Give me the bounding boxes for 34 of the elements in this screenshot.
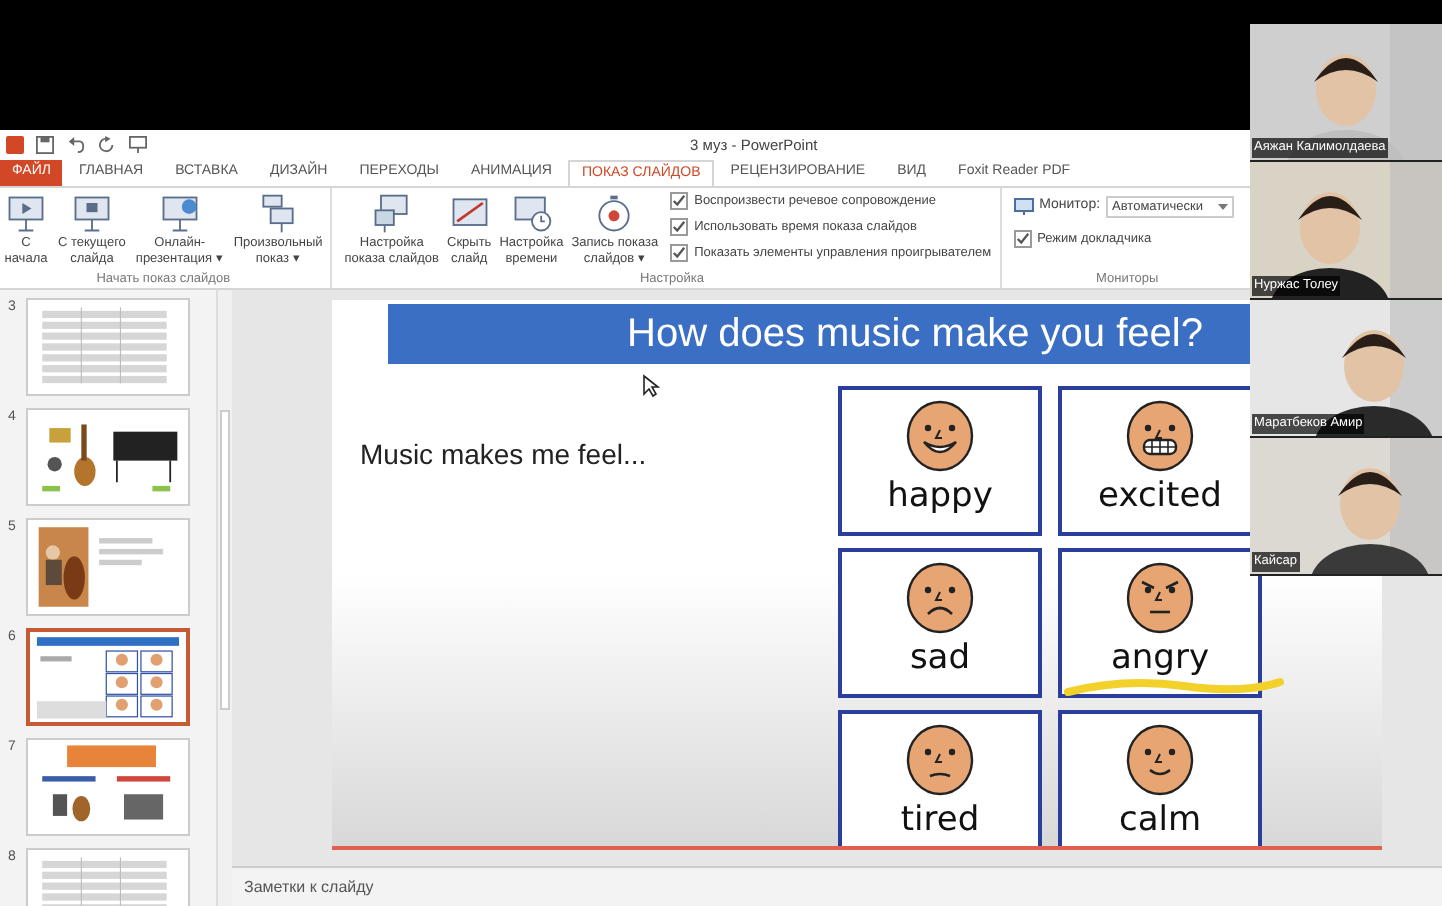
emoticon-icon bbox=[1124, 560, 1196, 636]
setup-icon bbox=[369, 192, 414, 236]
emotion-label: angry bbox=[1110, 636, 1210, 680]
notes-bar[interactable]: Заметки к слайду bbox=[232, 866, 1442, 906]
notes-label: Заметки к слайду bbox=[244, 875, 374, 899]
emotion-label: sad bbox=[909, 636, 971, 680]
screen-icon bbox=[69, 192, 114, 236]
emotion-label: calm bbox=[1118, 798, 1202, 842]
emoticon-icon bbox=[904, 398, 976, 474]
emoticon-icon bbox=[904, 722, 976, 798]
scrollbar[interactable] bbox=[216, 290, 232, 906]
emoticon-icon bbox=[1124, 722, 1196, 798]
emoticon-icon bbox=[904, 560, 976, 636]
emotion-label: tired bbox=[900, 798, 980, 842]
redo-icon[interactable] bbox=[98, 136, 116, 154]
checkbox[interactable] bbox=[670, 243, 689, 262]
slideshow-icon bbox=[4, 192, 48, 236]
emotion-label: excited bbox=[1098, 474, 1222, 518]
checkbox[interactable] bbox=[670, 218, 689, 237]
slide-text: Music makes me feel... bbox=[360, 438, 647, 470]
undo-icon[interactable] bbox=[66, 136, 86, 154]
emotion-label: happy bbox=[887, 474, 993, 518]
app-logo-icon bbox=[6, 136, 24, 154]
checkbox[interactable] bbox=[1013, 230, 1032, 249]
clock-icon bbox=[509, 192, 554, 236]
mouse-cursor-icon bbox=[642, 374, 660, 398]
emoticon-icon bbox=[1124, 398, 1196, 474]
globe-icon bbox=[157, 192, 202, 236]
monitor-icon bbox=[1013, 198, 1034, 216]
save-icon[interactable] bbox=[36, 136, 54, 154]
checkbox[interactable] bbox=[670, 192, 689, 211]
slide-title: How does music make you feel? bbox=[625, 310, 1203, 360]
caret-icon bbox=[1217, 204, 1228, 210]
slideshow-icon[interactable] bbox=[128, 136, 148, 154]
